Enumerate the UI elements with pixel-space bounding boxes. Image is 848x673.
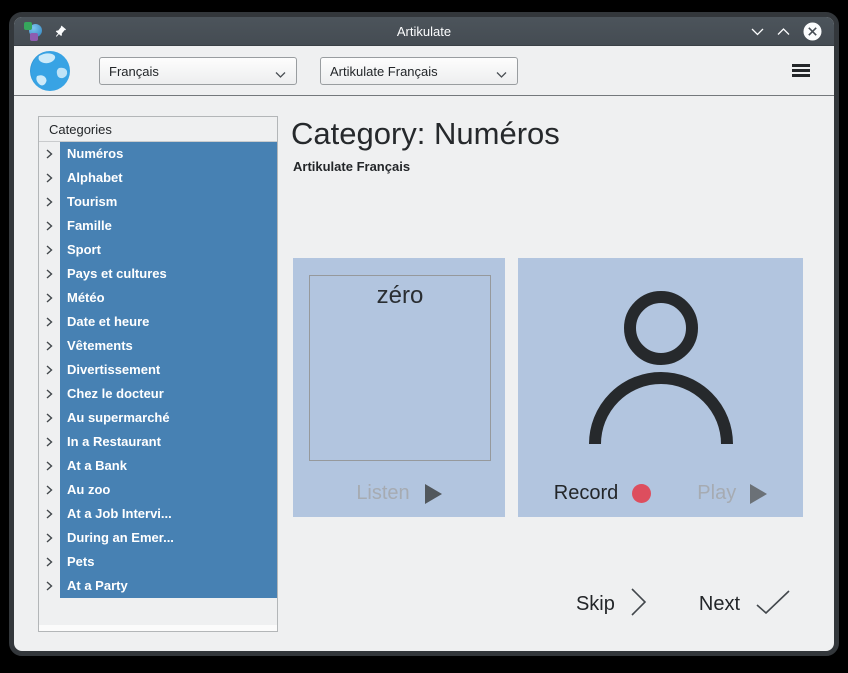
maximize-button[interactable] xyxy=(777,27,790,36)
chevron-right-icon xyxy=(631,588,647,621)
sidebar-item-au-supermarche[interactable]: Au supermarché xyxy=(39,406,277,430)
sidebar-item-label: Tourism xyxy=(60,190,277,214)
sidebar-item-label: Divertissement xyxy=(60,358,277,382)
close-button[interactable] xyxy=(803,22,822,41)
sidebar-item-label: Alphabet xyxy=(60,166,277,190)
record-label: Record xyxy=(554,482,618,505)
course-selector-value: Artikulate Français xyxy=(330,64,438,79)
expander-icon[interactable] xyxy=(39,574,60,598)
sidebar-item-label: Chez le docteur xyxy=(60,382,277,406)
sidebar-item-label: Au supermarché xyxy=(60,406,277,430)
expander-icon[interactable] xyxy=(39,286,60,310)
sidebar-item-numeros[interactable]: Numéros xyxy=(39,142,277,166)
sidebar-item-label: Météo xyxy=(60,286,277,310)
sidebar-item-at-a-job-interview[interactable]: At a Job Intervi... xyxy=(39,502,277,526)
sidebar-item-vetements[interactable]: Vêtements xyxy=(39,334,277,358)
expander-icon[interactable] xyxy=(39,214,60,238)
sidebar-item-date-et-heure[interactable]: Date et heure xyxy=(39,310,277,334)
sidebar-item-chez-le-docteur[interactable]: Chez le docteur xyxy=(39,382,277,406)
expander-icon[interactable] xyxy=(39,310,60,334)
sidebar-item-label: Famille xyxy=(60,214,277,238)
sidebar-item-divertissement[interactable]: Divertissement xyxy=(39,358,277,382)
app-window: Artikulate xyxy=(9,12,839,656)
chevron-down-icon xyxy=(275,67,286,82)
sidebar-item-label: At a Job Intervi... xyxy=(60,502,277,526)
next-button[interactable]: Next xyxy=(699,590,790,619)
listen-button[interactable]: Listen xyxy=(293,482,505,505)
titlebar: Artikulate xyxy=(14,17,834,46)
sidebar-item-label: In a Restaurant xyxy=(60,430,277,454)
expander-icon[interactable] xyxy=(39,190,60,214)
sidebar-item-label: Au zoo xyxy=(60,478,277,502)
sidebar-item-label: At a Bank xyxy=(60,454,277,478)
expander-icon[interactable] xyxy=(39,262,60,286)
toolbar: Français Artikulate Français xyxy=(14,46,834,96)
play-label: Play xyxy=(697,482,736,505)
sidebar-item-in-a-restaurant[interactable]: In a Restaurant xyxy=(39,430,277,454)
categories-panel: Categories Numéros Alphabet Tourism Fami… xyxy=(38,116,278,632)
expander-icon[interactable] xyxy=(39,454,60,478)
sidebar-item-label: Vêtements xyxy=(60,334,277,358)
sidebar-item-label: Pays et cultures xyxy=(60,262,277,286)
expander-icon[interactable] xyxy=(39,166,60,190)
menu-icon[interactable] xyxy=(792,64,810,79)
sidebar-item-label: Pets xyxy=(60,550,277,574)
panel-empty-area xyxy=(39,598,277,625)
phrase-text: zéro xyxy=(310,282,490,310)
sidebar-item-famille[interactable]: Famille xyxy=(39,214,277,238)
play-triangle-icon xyxy=(425,484,442,504)
sidebar-item-label: At a Party xyxy=(60,574,277,598)
sidebar-item-meteo[interactable]: Météo xyxy=(39,286,277,310)
expander-icon[interactable] xyxy=(39,142,60,166)
sidebar-item-label: Numéros xyxy=(60,142,277,166)
minimize-button[interactable] xyxy=(751,27,764,36)
phrase-box: zéro xyxy=(309,275,491,461)
expander-icon[interactable] xyxy=(39,550,60,574)
expander-icon[interactable] xyxy=(39,382,60,406)
sidebar-item-pays-et-cultures[interactable]: Pays et cultures xyxy=(39,262,277,286)
skip-label: Skip xyxy=(576,593,615,616)
record-button[interactable]: Record xyxy=(554,482,651,505)
sidebar-item-at-a-party[interactable]: At a Party xyxy=(39,574,277,598)
sidebar-item-label: Sport xyxy=(60,238,277,262)
skip-button[interactable]: Skip xyxy=(576,588,647,621)
expander-icon[interactable] xyxy=(39,358,60,382)
phrase-card: zéro Listen xyxy=(293,258,505,517)
language-selector[interactable]: Français xyxy=(99,57,297,85)
page-title: Category: Numéros xyxy=(291,116,560,152)
listen-label: Listen xyxy=(356,482,409,505)
panel-bottom-strip xyxy=(39,625,277,631)
expander-icon[interactable] xyxy=(39,478,60,502)
sidebar-item-sport[interactable]: Sport xyxy=(39,238,277,262)
language-selector-value: Français xyxy=(109,64,159,79)
person-icon xyxy=(586,288,736,455)
expander-icon[interactable] xyxy=(39,334,60,358)
expander-icon[interactable] xyxy=(39,430,60,454)
expander-icon[interactable] xyxy=(39,238,60,262)
sidebar-item-label: During an Emer... xyxy=(60,526,277,550)
sidebar-item-tourism[interactable]: Tourism xyxy=(39,190,277,214)
expander-icon[interactable] xyxy=(39,502,60,526)
next-label: Next xyxy=(699,593,740,616)
record-card: Record Play xyxy=(518,258,803,517)
window-title: Artikulate xyxy=(14,17,834,46)
play-button[interactable]: Play xyxy=(697,482,767,505)
globe-icon xyxy=(29,50,71,97)
sidebar-item-label: Date et heure xyxy=(60,310,277,334)
sidebar-item-pets[interactable]: Pets xyxy=(39,550,277,574)
footer-nav: Skip Next xyxy=(576,588,790,621)
record-dot-icon xyxy=(632,484,651,503)
categories-header: Categories xyxy=(39,117,277,142)
expander-icon[interactable] xyxy=(39,406,60,430)
checkmark-icon xyxy=(756,590,790,619)
chevron-down-icon xyxy=(496,67,507,82)
sidebar-item-alphabet[interactable]: Alphabet xyxy=(39,166,277,190)
play-triangle-icon xyxy=(750,484,767,504)
course-selector[interactable]: Artikulate Français xyxy=(320,57,518,85)
sidebar-item-au-zoo[interactable]: Au zoo xyxy=(39,478,277,502)
expander-icon[interactable] xyxy=(39,526,60,550)
page-subtitle: Artikulate Français xyxy=(293,159,410,174)
sidebar-item-during-an-emergency[interactable]: During an Emer... xyxy=(39,526,277,550)
sidebar-item-at-a-bank[interactable]: At a Bank xyxy=(39,454,277,478)
